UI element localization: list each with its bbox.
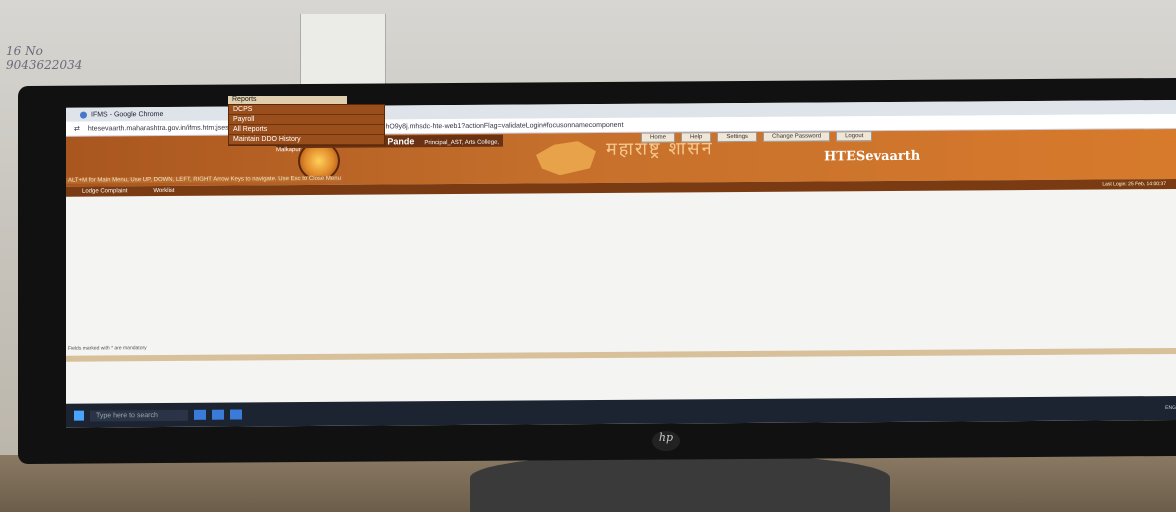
nav-help[interactable]: Help [681,132,712,143]
taskbar-app-icon[interactable] [211,409,224,420]
window-title: IFMS - Google Chrome [91,110,164,119]
nav-logout[interactable]: Logout [836,131,873,142]
taskbar-app-icon[interactable] [229,409,242,420]
monitor-screen: IFMS - Google Chrome ⇄ htesevaarth.mahar… [66,99,1176,428]
chrome-icon [80,111,87,119]
hp-logo: hp [652,431,680,451]
wall-note: 16 No 9043622034 [6,44,83,72]
mandatory-hint: Fields marked with * are mandatory [68,345,147,352]
nav-change-password[interactable]: Change Password [763,131,831,142]
dropdown-payroll[interactable]: Payroll [229,115,384,125]
menu-lodge-complaint[interactable]: Lodge Complaint [70,188,139,194]
dropdown-all-reports[interactable]: All Reports [229,125,384,135]
maharashtra-map-icon [536,141,596,175]
windows-start-icon[interactable] [74,410,84,421]
lock-icon: ⇄ [74,125,80,133]
monitor-bezel: IFMS - Google Chrome ⇄ htesevaarth.mahar… [18,77,1176,465]
dropdown-dcps[interactable]: DCPS [229,105,384,115]
system-tray: ENG [1165,404,1176,412]
status-strip [66,347,1176,362]
nav-settings[interactable]: Settings [717,131,758,143]
last-login: Last Login: 25 Feb, 14:00:37 [1102,181,1166,188]
reports-dropdown: DCPS Payroll All Reports Maintain DDO Hi… [228,104,385,146]
brand-title: HTESevaarth [824,148,921,165]
menu-worklist[interactable]: Worklist [141,188,186,194]
taskbar-search[interactable]: Type here to search [90,409,188,422]
monitor-stand [470,455,890,512]
windows-taskbar: Type here to search ENG [66,395,1176,428]
taskbar-app-icon[interactable] [193,409,206,420]
location-label: Malkapur [276,147,301,154]
top-nav: Home Help Settings Change Password Logou… [641,131,873,143]
dropdown-maintain-ddo-history[interactable]: Maintain DDO History [229,135,384,145]
nav-home[interactable]: Home [641,132,676,143]
